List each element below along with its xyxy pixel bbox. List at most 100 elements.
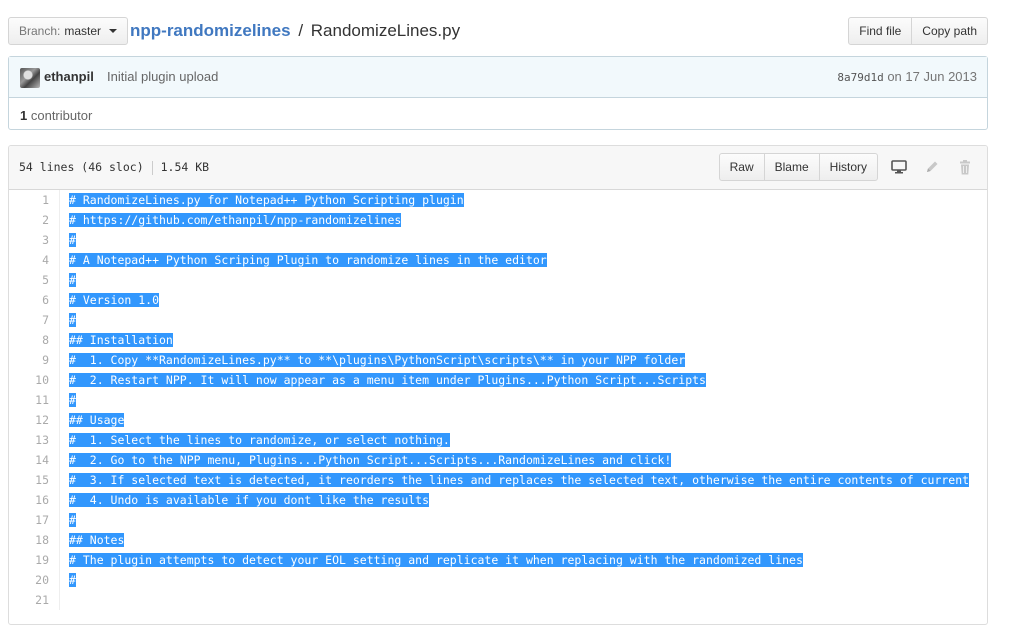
breadcrumb: npp-randomizelines / RandomizeLines.py <box>130 20 460 42</box>
line-number[interactable]: 6 <box>9 290 49 310</box>
selected-text: # 4. Undo is available if you dont like … <box>69 493 430 507</box>
file-actions: Raw Blame History <box>718 153 977 181</box>
selected-text: # 1. Select the lines to randomize, or s… <box>69 433 450 447</box>
line-number[interactable]: 14 <box>9 450 49 470</box>
line-content: # <box>69 270 76 290</box>
line-content: # https://github.com/ethanpil/npp-random… <box>69 210 402 230</box>
line-content: # The plugin attempts to detect your EOL… <box>69 550 803 570</box>
file-info: 54 lines (46 sloc) 1.54 KB <box>19 160 209 175</box>
code-line: 12 ## Usage <box>9 410 987 430</box>
selected-text: # <box>69 273 76 287</box>
line-content: # <box>69 510 76 530</box>
selected-text: # <box>69 313 76 327</box>
code-listing: 1 # RandomizeLines.py for Notepad++ Pytho… <box>9 190 987 610</box>
line-content: # Version 1.0 <box>69 290 160 310</box>
raw-button[interactable]: Raw <box>718 153 765 181</box>
code-line: 20 # <box>9 570 987 590</box>
code-line: 17 # <box>9 510 987 530</box>
breadcrumb-separator: / <box>298 21 304 40</box>
line-number[interactable]: 4 <box>9 250 49 270</box>
contributors-summary[interactable]: 1 contributor <box>20 108 92 123</box>
line-number[interactable]: 10 <box>9 370 49 390</box>
avatar[interactable] <box>20 68 40 88</box>
code-line: 9 # 1. Copy **RandomizeLines.py** to **\p… <box>9 350 987 370</box>
code-line: 6 # Version 1.0 <box>9 290 987 310</box>
selected-text: # 2. Restart NPP. It will now appear as … <box>69 373 706 387</box>
history-button[interactable]: History <box>818 153 878 181</box>
code-line: 5 # <box>9 270 987 290</box>
line-number[interactable]: 18 <box>9 530 49 550</box>
code-line: 7 # <box>9 310 987 330</box>
desktop-icon[interactable] <box>887 155 911 179</box>
breadcrumb-file-name: RandomizeLines.py <box>310 21 461 40</box>
trash-icon[interactable] <box>953 155 977 179</box>
code-line: 10 # 2. Restart NPP. It will now appear a… <box>9 370 987 390</box>
line-number[interactable]: 19 <box>9 550 49 570</box>
code-line: 4 # A Notepad++ Python Scriping Plugin to… <box>9 250 987 270</box>
selected-text: # <box>69 513 76 527</box>
blame-button[interactable]: Blame <box>763 153 820 181</box>
line-number[interactable]: 17 <box>9 510 49 530</box>
file-size: 1.54 KB <box>160 160 210 174</box>
line-content: ## Usage <box>69 410 125 430</box>
line-number[interactable]: 13 <box>9 430 49 450</box>
line-content: # 1. Select the lines to randomize, or s… <box>69 430 450 450</box>
line-number[interactable]: 7 <box>9 310 49 330</box>
latest-commit: ethanpil Initial plugin upload 8a79d1d o… <box>9 57 987 98</box>
commit-author-link[interactable]: ethanpil <box>44 69 94 84</box>
line-content: ## Notes <box>69 530 125 550</box>
file-view-buttons: Raw Blame History <box>718 153 878 181</box>
line-content: # <box>69 390 76 410</box>
line-number[interactable]: 2 <box>9 210 49 230</box>
branch-select-button[interactable]: Branch: master <box>8 17 129 45</box>
line-number[interactable]: 12 <box>9 410 49 430</box>
code-line: 21 <box>9 590 987 610</box>
selected-text: # <box>69 573 76 587</box>
selected-text: # The plugin attempts to detect your EOL… <box>69 553 803 567</box>
code-line: 14 # 2. Go to the NPP menu, Plugins...Pyt… <box>9 450 987 470</box>
selected-text: # 2. Go to the NPP menu, Plugins...Pytho… <box>69 453 672 467</box>
line-content: # 1. Copy **RandomizeLines.py** to **\pl… <box>69 350 686 370</box>
selected-text: ## Notes <box>69 533 125 547</box>
contributors-label: contributor <box>30 108 93 123</box>
line-content: ## Installation <box>69 330 173 350</box>
line-number[interactable]: 16 <box>9 490 49 510</box>
commit-sha-link[interactable]: 8a79d1d <box>837 71 883 84</box>
file-viewer: 54 lines (46 sloc) 1.54 KB Raw Blame Hist… <box>8 145 988 625</box>
line-content: # <box>69 230 76 250</box>
line-content: # A Notepad++ Python Scriping Plugin to … <box>69 250 547 270</box>
line-number[interactable]: 11 <box>9 390 49 410</box>
pencil-icon[interactable] <box>920 155 944 179</box>
line-number[interactable]: 5 <box>9 270 49 290</box>
line-content: # RandomizeLines.py for Notepad++ Python… <box>69 190 464 210</box>
selected-text: # A Notepad++ Python Scriping Plugin to … <box>69 253 547 267</box>
line-number[interactable]: 15 <box>9 470 49 490</box>
selected-text: # <box>69 233 76 247</box>
line-content: # 2. Restart NPP. It will now appear as … <box>69 370 706 390</box>
caret-down-icon <box>109 29 118 33</box>
file-line-count: 54 lines (46 sloc) <box>19 160 144 174</box>
line-number[interactable]: 9 <box>9 350 49 370</box>
selected-text: ## Installation <box>69 333 173 347</box>
selected-text: # 3. If selected text is detected, it re… <box>69 473 970 487</box>
file-header: 54 lines (46 sloc) 1.54 KB Raw Blame Hist… <box>9 146 987 190</box>
line-number[interactable]: 8 <box>9 330 49 350</box>
line-number[interactable]: 20 <box>9 570 49 590</box>
line-content: # 2. Go to the NPP menu, Plugins...Pytho… <box>69 450 672 470</box>
copy-path-button[interactable]: Copy path <box>911 17 988 45</box>
line-number[interactable]: 1 <box>9 190 49 210</box>
line-number[interactable]: 3 <box>9 230 49 250</box>
file-navigation: Branch: master npp-randomizelines / Rand… <box>8 17 988 47</box>
code-line: 1 # RandomizeLines.py for Notepad++ Pytho… <box>9 190 987 210</box>
line-number[interactable]: 21 <box>9 590 49 610</box>
commit-message-link[interactable]: Initial plugin upload <box>107 69 218 84</box>
contributors-count: 1 <box>20 108 28 123</box>
breadcrumb-repo-link[interactable]: npp-randomizelines <box>130 21 291 40</box>
selected-text: ## Usage <box>69 413 125 427</box>
find-file-button[interactable]: Find file <box>848 17 913 45</box>
selected-text: # 1. Copy **RandomizeLines.py** to **\pl… <box>69 353 686 367</box>
commit-date-prefix: on <box>887 69 902 84</box>
line-content: # 3. If selected text is detected, it re… <box>69 470 970 490</box>
code-line: 15 # 3. If selected text is detected, it … <box>9 470 987 490</box>
line-content: # <box>69 310 76 330</box>
